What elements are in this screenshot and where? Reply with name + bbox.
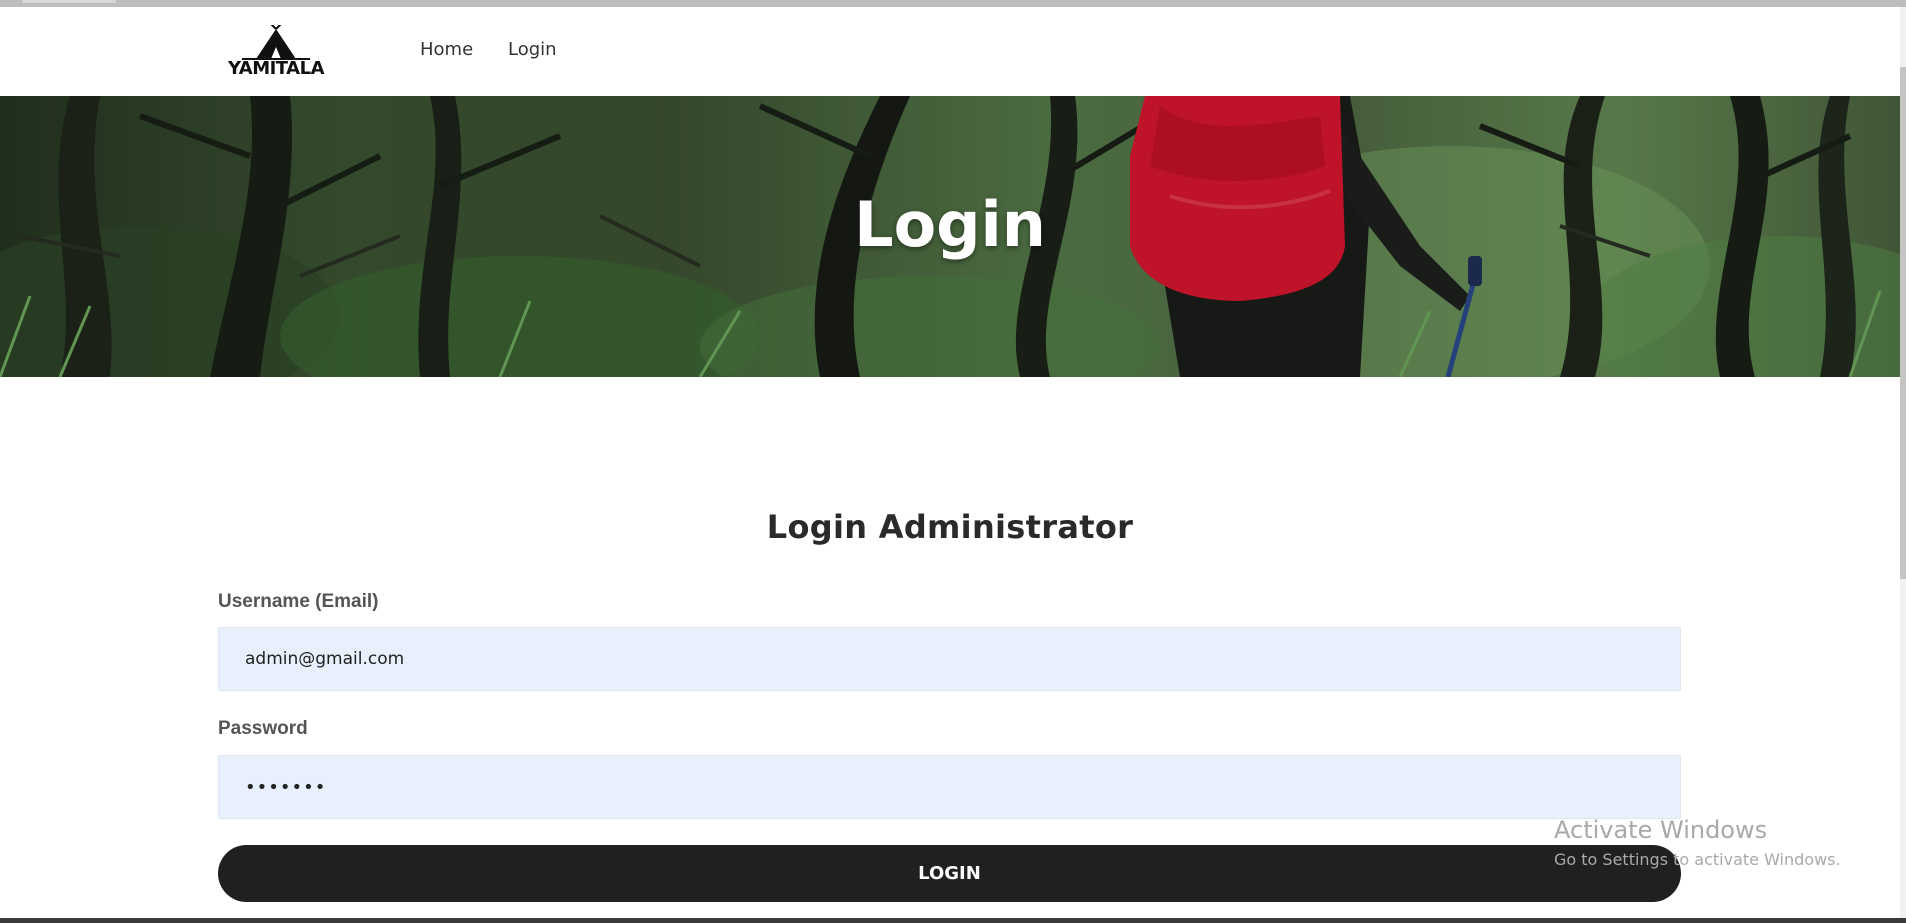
tent-icon (242, 25, 310, 60)
watermark-subtitle: Go to Settings to activate Windows. (1554, 850, 1841, 869)
hero-title: Login (854, 188, 1046, 261)
password-label: Password (218, 718, 308, 739)
tab-indicator (22, 0, 116, 3)
brand-name: YAMITALA (227, 58, 325, 79)
login-button[interactable]: LOGIN (218, 845, 1681, 902)
taskbar-edge (0, 918, 1906, 923)
nav-home-link[interactable]: Home (420, 39, 473, 60)
scrollbar-thumb[interactable] (1900, 67, 1906, 579)
watermark-title: Activate Windows (1554, 816, 1768, 844)
site-header: YAMITALA Home Login (0, 7, 1900, 96)
browser-top-strip (0, 0, 1906, 7)
page-scrollbar[interactable] (1900, 7, 1906, 923)
windows-activation-watermark: Activate Windows Go to Settings to activ… (1554, 816, 1841, 869)
form-title: Login Administrator (766, 508, 1134, 546)
username-label: Username (Email) (218, 591, 379, 612)
brand-logo[interactable]: YAMITALA (218, 25, 334, 80)
username-input[interactable] (218, 627, 1681, 691)
nav-login-link[interactable]: Login (508, 39, 557, 60)
browser-viewport: YAMITALA Home Login Login Login Administ… (0, 0, 1906, 923)
password-input[interactable] (218, 755, 1681, 819)
hero-banner: Login (0, 96, 1900, 377)
